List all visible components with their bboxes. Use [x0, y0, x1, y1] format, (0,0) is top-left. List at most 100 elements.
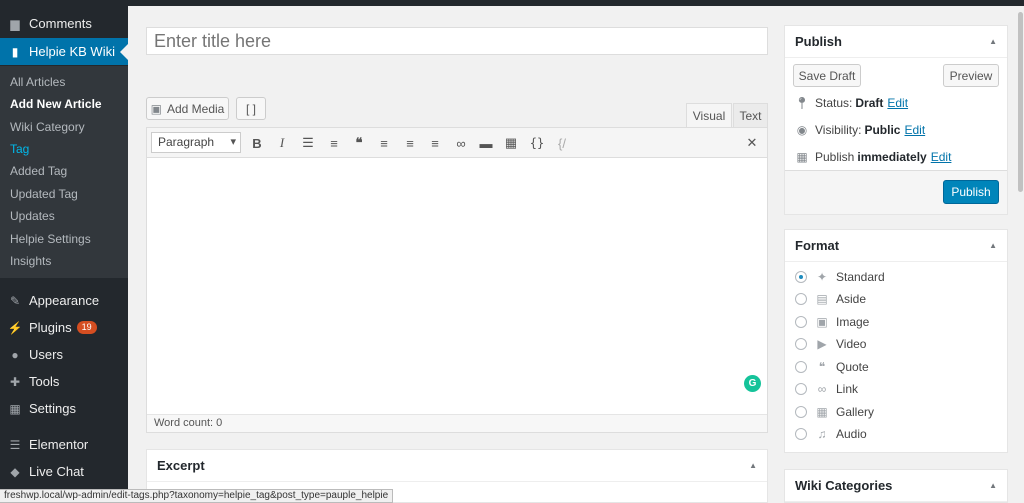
format-option-image[interactable]: ▣ Image [795, 315, 869, 329]
collapse-arrow-icon[interactable]: ▲ [989, 26, 997, 58]
wrench-icon: ✚ [9, 374, 21, 389]
wiki-categories-box: Wiki Categories ▲ [784, 469, 1008, 503]
collapse-arrow-icon[interactable]: ▲ [989, 230, 997, 262]
helpie-submenu: All Articles Add New Article Wiki Catego… [0, 66, 128, 278]
radio-audio[interactable] [795, 428, 807, 440]
submenu-updated-tag[interactable]: Updated Tag [10, 184, 78, 204]
save-draft-button[interactable]: Save Draft [793, 64, 861, 87]
format-select[interactable]: Paragraph [151, 132, 241, 153]
excerpt-header[interactable]: Excerpt ▲ [147, 450, 767, 482]
format-option-gallery[interactable]: ▦ Gallery [795, 405, 874, 419]
publish-header[interactable]: Publish ▲ [785, 26, 1007, 58]
align-left-icon[interactable]: ≡ [374, 133, 394, 153]
menu-appearance[interactable]: ✎ Appearance [0, 287, 128, 314]
video-icon: ▶ [817, 337, 827, 351]
format-option-aside[interactable]: ▤ Aside [795, 292, 866, 306]
format-option-audio[interactable]: ♫ Audio [795, 427, 867, 441]
format-option-quote[interactable]: ❝ Quote [795, 360, 869, 374]
fullscreen-icon[interactable]: ✕ [742, 133, 762, 153]
word-count: Word count: 0 [147, 414, 767, 432]
code-icon[interactable]: {} [527, 133, 547, 153]
align-right-icon[interactable]: ≡ [425, 133, 445, 153]
radio-image[interactable] [795, 316, 807, 328]
status-value: Draft [855, 96, 884, 110]
format-label: Quote [836, 360, 869, 374]
post-title-input[interactable] [146, 27, 768, 55]
page-scrollbar[interactable] [1016, 6, 1024, 503]
scrollbar-thumb[interactable] [1018, 12, 1023, 192]
submenu-all-articles[interactable]: All Articles [10, 72, 65, 92]
edit-visibility-link[interactable]: Edit [904, 123, 925, 137]
link-icon[interactable]: ∞ [451, 133, 471, 153]
schedule-label: Publish [815, 150, 855, 164]
format-header[interactable]: Format ▲ [785, 230, 1007, 262]
submenu-tag[interactable]: Tag [10, 139, 29, 159]
edit-schedule-link[interactable]: Edit [931, 150, 952, 164]
grammarly-icon[interactable]: G [744, 375, 761, 392]
format-label: Audio [836, 427, 867, 441]
format-option-standard[interactable]: ✦ Standard [795, 270, 885, 284]
content-editor[interactable]: Paragraph B I ☰ ≡ ❝ ≡ ≡ ≡ ∞ ▬ ▦ {} {/ ✕ … [146, 127, 768, 433]
book-icon: ▮ [11, 44, 19, 59]
format-box: Format ▲ ✦ Standard ▤ Aside ▣ Image ▶ Vi… [784, 229, 1008, 453]
menu-elementor[interactable]: ☰ Elementor [0, 431, 128, 458]
image-icon: ▣ [816, 315, 828, 329]
menu-elementor-label: Elementor [29, 437, 89, 452]
toolbar-toggle-icon[interactable]: ▦ [501, 133, 521, 153]
menu-settings[interactable]: ▦ Settings [0, 395, 128, 422]
settings-icon: ▦ [9, 401, 21, 416]
numbered-list-icon[interactable]: ≡ [324, 133, 344, 153]
editor-toolbar: Paragraph B I ☰ ≡ ❝ ≡ ≡ ≡ ∞ ▬ ▦ {} {/ ✕ [147, 128, 767, 158]
schedule-value: immediately [857, 150, 927, 164]
chat-icon: ◆ [10, 464, 20, 479]
paintbrush-icon: ✎ [9, 293, 21, 308]
radio-link[interactable] [795, 383, 807, 395]
menu-helpie-kb-wiki[interactable]: ▮ Helpie KB Wiki [0, 38, 128, 65]
menu-users[interactable]: ● Users [0, 341, 128, 368]
menu-comments[interactable]: ▆ Comments [0, 10, 128, 37]
wiki-categories-title: Wiki Categories [795, 478, 893, 493]
format-option-link[interactable]: ∞ Link [795, 382, 858, 396]
format-title: Format [795, 238, 840, 253]
publish-button[interactable]: Publish [943, 180, 999, 204]
status-label: Status: [815, 96, 853, 110]
wiki-categories-header[interactable]: Wiki Categories ▲ [785, 470, 1007, 502]
audio-icon: ♫ [817, 427, 827, 441]
menu-plugins[interactable]: ⚡ Plugins 19 [0, 314, 128, 341]
admin-top-bar [0, 0, 1024, 6]
bold-icon[interactable]: B [247, 133, 267, 153]
schedule-row: ▦ Publish immediately Edit [795, 150, 951, 164]
shortcode-button[interactable]: [ ] [236, 97, 266, 120]
radio-aside[interactable] [795, 293, 807, 305]
tab-text[interactable]: Text [733, 103, 768, 127]
align-center-icon[interactable]: ≡ [400, 133, 420, 153]
read-more-icon[interactable]: ▬ [476, 133, 496, 153]
submenu-updates[interactable]: Updates [10, 206, 55, 226]
menu-settings-label: Settings [29, 401, 76, 416]
menu-tools[interactable]: ✚ Tools [0, 368, 128, 395]
menu-comments-label: Comments [29, 16, 92, 31]
link-icon: ∞ [817, 382, 827, 396]
submenu-helpie-settings[interactable]: Helpie Settings [10, 229, 91, 249]
bullet-list-icon[interactable]: ☰ [298, 133, 318, 153]
tab-visual[interactable]: Visual [686, 103, 732, 127]
menu-live-chat[interactable]: ◆ Live Chat [0, 458, 128, 485]
collapse-arrow-icon[interactable]: ▲ [989, 470, 997, 502]
submenu-added-tag[interactable]: Added Tag [10, 161, 67, 181]
blockquote-icon[interactable]: ❝ [349, 133, 369, 153]
code-disabled-icon[interactable]: {/ [552, 133, 572, 153]
submenu-add-new-article[interactable]: Add New Article [10, 94, 102, 114]
italic-icon[interactable]: I [272, 133, 292, 153]
add-media-button[interactable]: ▣ Add Media [146, 97, 229, 120]
radio-quote[interactable] [795, 361, 807, 373]
format-option-video[interactable]: ▶ Video [795, 337, 866, 351]
radio-standard[interactable] [795, 271, 807, 283]
radio-gallery[interactable] [795, 406, 807, 418]
submenu-insights[interactable]: Insights [10, 251, 51, 271]
preview-button[interactable]: Preview [943, 64, 999, 87]
comment-icon: ▆ [10, 16, 20, 31]
collapse-arrow-icon[interactable]: ▲ [749, 450, 757, 482]
submenu-wiki-category[interactable]: Wiki Category [10, 117, 85, 137]
edit-status-link[interactable]: Edit [887, 96, 908, 110]
radio-video[interactable] [795, 338, 807, 350]
